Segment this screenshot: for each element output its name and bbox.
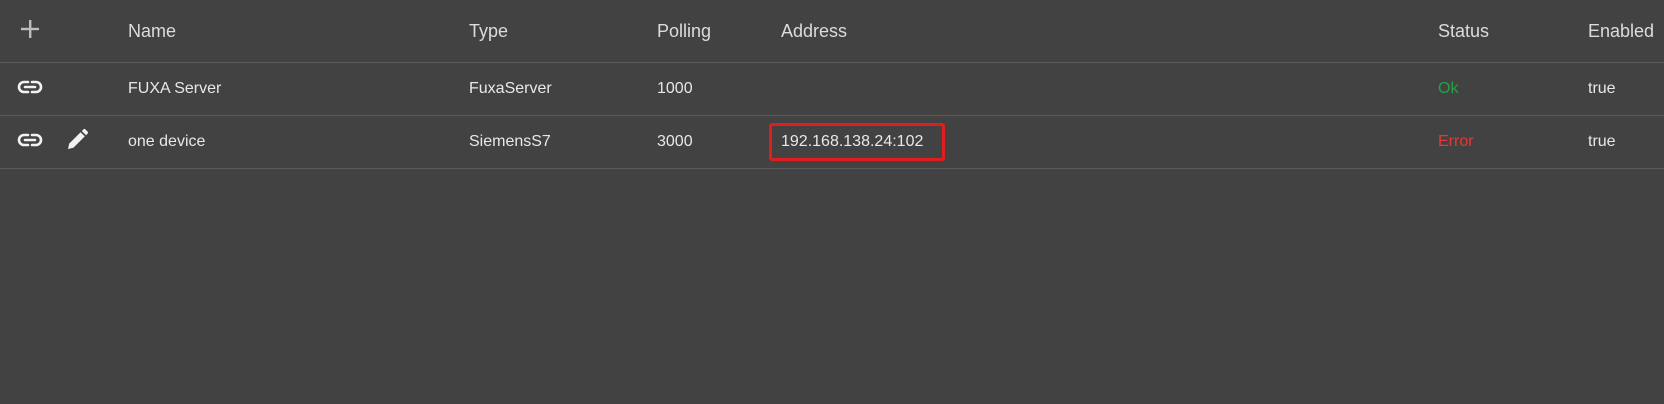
link-icon [16,132,44,153]
device-name: one device [128,133,206,150]
device-type: SiemensS7 [469,133,551,150]
row-icon-cell [12,116,48,168]
edit-device-button[interactable] [62,126,92,158]
edit-cell [62,116,92,168]
device-table: Name Type Polling Address Status Enabled… [0,0,1664,404]
column-header-address[interactable]: Address [781,0,847,62]
column-header-polling[interactable]: Polling [657,0,711,62]
device-type: FuxaServer [469,80,552,97]
device-enabled: true [1588,133,1616,150]
link-icon [16,79,44,100]
connect-button[interactable] [14,126,46,158]
table-header: Name Type Polling Address Status Enabled [0,0,1664,63]
table-row[interactable]: FUXA Server FuxaServer 1000 Ok true [0,63,1664,116]
device-enabled: true [1588,80,1616,97]
row-icon-cell [12,63,48,115]
status-badge: Error [1438,133,1474,150]
add-device-button[interactable] [14,15,46,47]
pencil-icon [65,128,89,157]
plus-icon [19,18,41,45]
device-polling: 1000 [657,80,693,97]
add-cell [12,0,48,62]
column-header-enabled[interactable]: Enabled [1588,0,1654,62]
column-header-type[interactable]: Type [469,0,508,62]
device-address: 192.168.138.24:102 [769,123,946,161]
status-badge: Ok [1438,80,1459,97]
table-row[interactable]: one device SiemensS7 3000 192.168.138.24… [0,116,1664,169]
device-polling: 3000 [657,133,693,150]
column-header-status[interactable]: Status [1438,0,1489,62]
connect-button[interactable] [14,73,46,105]
device-address-cell: 192.168.138.24:102 [769,116,946,168]
column-header-name[interactable]: Name [128,0,176,62]
device-name: FUXA Server [128,80,222,97]
